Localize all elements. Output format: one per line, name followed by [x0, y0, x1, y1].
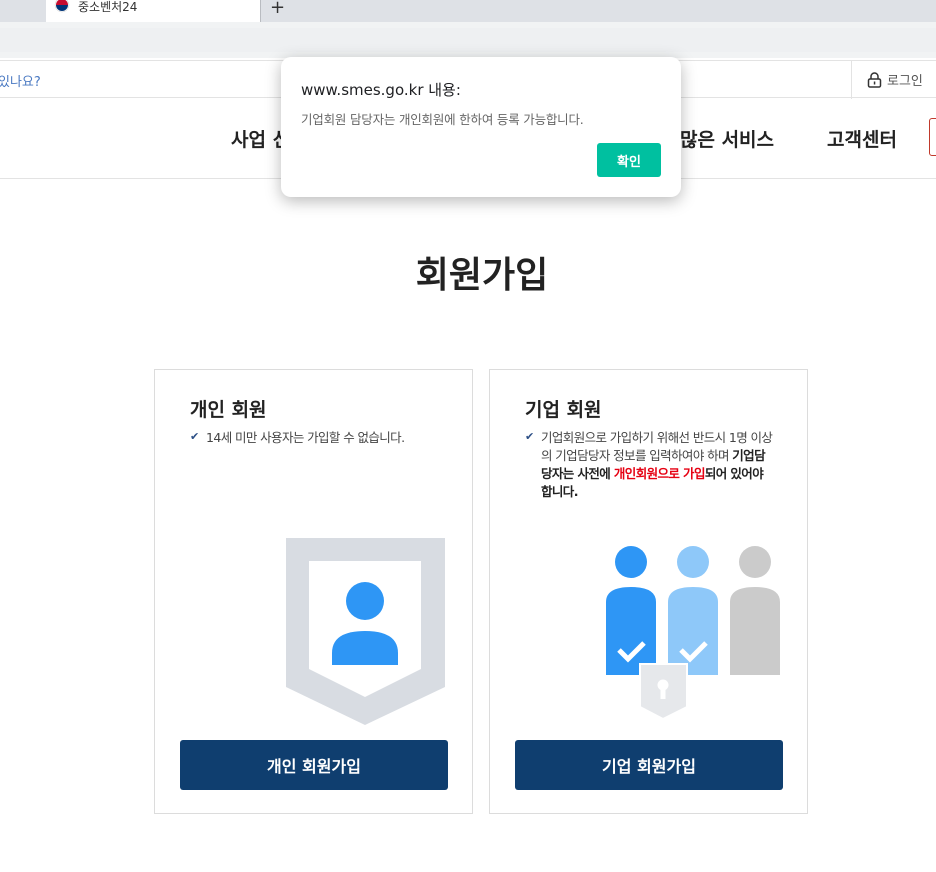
card-title: 개인 회원: [190, 399, 267, 421]
check-icon: ✔: [190, 430, 200, 443]
card-title: 기업 회원: [525, 399, 602, 421]
login-label: 로그인: [887, 74, 923, 89]
note-highlight: 개인회원으로 가입: [613, 466, 706, 481]
ok-button[interactable]: 확인: [597, 143, 661, 177]
tab-title: 중소벤처24: [78, 0, 138, 14]
corporate-member-card: 기업 회원 ✔ 기업회원으로 가입하기 위해선 반드시 1명 이상의 기업담당자…: [489, 369, 808, 814]
dialog-message: 기업회원 담당자는 개인회원에 한하여 등록 가능합니다.: [301, 112, 584, 127]
browser-tab-bar: 중소벤처24 +: [0, 0, 936, 22]
nav-item-services[interactable]: 많은 서비스: [680, 125, 774, 152]
card-note: ✔ 14세 미만 사용자는 가입할 수 없습니다.: [190, 429, 440, 447]
group-members-icon: [606, 546, 780, 720]
personal-member-card: 개인 회원 ✔ 14세 미만 사용자는 가입할 수 없습니다. 개인 회원가입: [154, 369, 473, 814]
shield-icon: [286, 538, 445, 725]
browser-tab[interactable]: 중소벤처24: [46, 0, 261, 22]
personal-signup-button[interactable]: 개인 회원가입: [180, 740, 448, 790]
address-bar-area: [0, 22, 936, 58]
nav-item-customer-center[interactable]: 고객센터: [827, 125, 897, 152]
padlock-icon: [639, 663, 688, 720]
lock-icon: [867, 71, 882, 88]
divider: [851, 61, 852, 99]
card-note: ✔ 기업회원으로 가입하기 위해선 반드시 1명 이상의 기업담당자 정보를 입…: [525, 429, 775, 501]
alert-dialog: www.smes.go.kr 내용: 기업회원 담당자는 개인회원에 한하여 등…: [281, 57, 681, 197]
page-title: 회원가입: [415, 255, 549, 296]
corporate-signup-button[interactable]: 기업 회원가입: [515, 740, 783, 790]
nav-edge-button[interactable]: [929, 118, 936, 156]
login-link[interactable]: 로그인: [867, 70, 923, 89]
favicon-icon: [54, 0, 70, 13]
new-tab-button[interactable]: +: [270, 0, 285, 18]
note-text: 기업회원으로 가입하기 위해선 반드시 1명 이상의 기업담당자 정보를 입력하…: [541, 429, 775, 501]
address-bar[interactable]: [0, 28, 936, 52]
dialog-title: www.smes.go.kr 내용:: [301, 81, 461, 99]
check-icon: ✔: [525, 430, 535, 443]
search-hint[interactable]: 있나요?: [0, 71, 41, 90]
note-text: 14세 미만 사용자는 가입할 수 없습니다.: [206, 430, 405, 445]
